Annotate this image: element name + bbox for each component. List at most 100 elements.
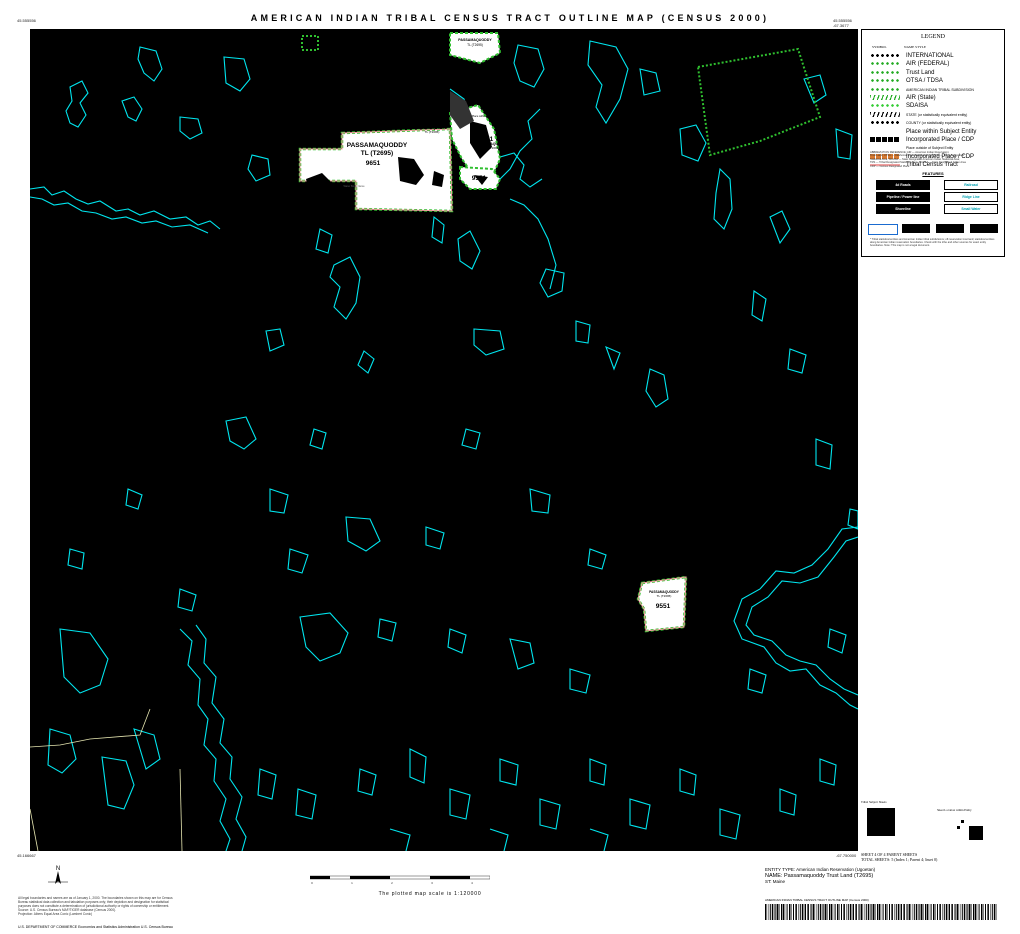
county-line — [29, 708, 151, 748]
water-lake — [315, 228, 333, 254]
water-bay — [509, 198, 557, 290]
small-air-boundary — [301, 35, 319, 51]
scale-tick: 3 — [431, 881, 433, 885]
map-label-tract-255: 255 — [471, 97, 482, 104]
water-lake — [847, 508, 859, 530]
water-lake — [287, 548, 309, 574]
water-lake — [819, 758, 837, 786]
map-canvas[interactable]: PASSAMAQUODDY TL (T2695) 255 PASSAMAQUOD… — [29, 29, 859, 852]
map-label-pass-small-1-sub: TL (T2695) — [425, 130, 440, 134]
water-lake — [529, 488, 551, 514]
map-label-pass-small-3-sub: TL (T2695) — [657, 594, 672, 598]
water-lake — [265, 328, 285, 352]
water-lake — [719, 808, 741, 840]
map-label-entity-top-sub: TL (T2695) — [467, 43, 483, 47]
water-lake — [309, 428, 327, 450]
water-lake — [645, 368, 669, 408]
water-lake — [101, 756, 135, 810]
water-lake — [587, 40, 629, 125]
legend-row: AIR (State) — [870, 94, 1004, 102]
water-lake — [779, 788, 797, 816]
water-lake — [747, 668, 767, 694]
scale-tick: 4 — [471, 881, 473, 885]
water-lake — [769, 210, 791, 245]
water-lake — [449, 788, 471, 820]
barcode-label: AMERICAN INDIAN TRIBAL CENSUS TRACT OUTL… — [765, 898, 869, 902]
legend-symbol — [870, 95, 900, 100]
tribal-land — [298, 32, 688, 633]
water-lake — [835, 128, 853, 160]
water-river — [179, 628, 231, 852]
legend-label: AIR (FEDERAL) — [906, 61, 950, 68]
north-arrow-icon: N — [48, 866, 68, 884]
feature-label: Ridge Line — [962, 195, 980, 199]
legend-label: OTSA / TDSA — [906, 78, 943, 85]
water-lake — [67, 548, 85, 570]
water-lake — [575, 320, 591, 344]
features-heading: FEATURES — [922, 171, 944, 176]
feature-swatch — [902, 224, 930, 233]
county-line — [179, 768, 183, 852]
water-lake — [679, 768, 697, 796]
water-lake — [539, 798, 561, 830]
map-label-tract-9651: 9651 — [366, 160, 381, 167]
feature-swatch — [868, 224, 898, 235]
water-lake — [225, 416, 257, 450]
scale-bar: 0 1 2 3 4 — [310, 875, 490, 885]
water-lake — [447, 628, 467, 654]
map-label-tl: TL (T2695) — [361, 150, 393, 157]
legend-label: Place within Subject Entity — [906, 128, 977, 135]
water-lake — [125, 488, 143, 510]
water-lake — [509, 638, 535, 670]
map-label-tract-9551-c: 9551 — [656, 603, 671, 610]
water-lake — [787, 348, 807, 374]
water-lake — [499, 758, 519, 786]
scale-tick: 2 — [391, 881, 393, 885]
feature-box: 4d Roads — [876, 180, 930, 190]
water-lake — [269, 488, 289, 514]
feature-swatch — [970, 224, 998, 233]
water-lake — [295, 788, 317, 820]
legend-symbol — [870, 69, 900, 75]
legend-label: AMERICAN INDIAN TRIBAL SUBDIVISION — [906, 87, 974, 92]
water-lake — [457, 230, 481, 270]
feature-swatch — [936, 224, 964, 233]
entity-info: ENTITY TYPE: American Indian Reservation… — [765, 867, 875, 885]
map-label-pass-small-2-sub: TL (T2695) — [485, 146, 500, 150]
water-shoreline — [29, 186, 221, 230]
county-line — [29, 808, 39, 852]
water-lake — [827, 628, 847, 654]
water-lake — [751, 290, 767, 322]
water-lake — [629, 798, 651, 830]
water-lake — [513, 44, 545, 88]
legend-symbol — [870, 53, 900, 58]
legend-label: SDAISA — [906, 103, 929, 110]
water-lake — [59, 628, 109, 694]
water-lake — [473, 328, 505, 356]
water-lake — [357, 350, 375, 374]
water-lake — [489, 828, 509, 852]
water-lake — [639, 68, 661, 96]
legend-label: INTERNATIONAL — [906, 53, 954, 59]
water-lake — [377, 618, 397, 642]
map-label-small-place: Place within Subject Entity — [472, 114, 503, 118]
feature-box: Pipeline / Power line — [876, 192, 930, 202]
water-lake — [587, 548, 607, 570]
water-lake — [177, 588, 197, 612]
legend-row: AIR (FEDERAL) — [870, 60, 1004, 68]
water-lake — [425, 526, 445, 550]
barcode-icon — [765, 904, 997, 920]
coord-bottom-right: -67.750000 — [836, 853, 857, 858]
legend-row: AMERICAN INDIAN TRIBAL SUBDIVISION — [870, 86, 1004, 94]
legend-col-symbol: SYMBOL — [872, 45, 887, 49]
legend-symbol — [870, 78, 900, 84]
feature-label: Shoreline — [895, 207, 911, 211]
water-lake — [65, 80, 89, 128]
legend-symbol — [870, 111, 900, 117]
legend-symbol — [870, 120, 900, 126]
water-lake — [409, 748, 427, 784]
water-lake — [713, 167, 733, 230]
legend-label: COUNTY (or statistically equivalent enti… — [906, 121, 972, 126]
inset-panel: Tribal Subject Sheets Sheet Location wit… — [861, 800, 1003, 848]
legend-row: STATE (or statistically equivalent entit… — [870, 111, 1004, 119]
